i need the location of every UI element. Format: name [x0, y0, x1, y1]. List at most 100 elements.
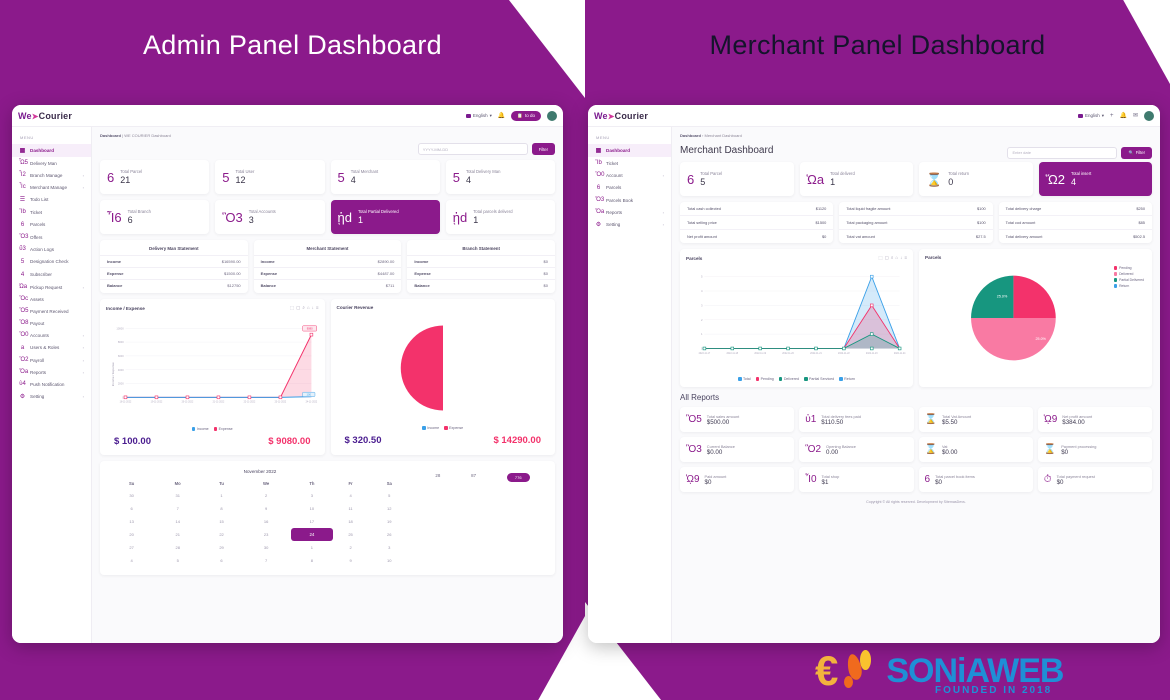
calendar-day[interactable]: 6 — [202, 554, 241, 567]
calendar-day[interactable]: 10 — [369, 554, 410, 567]
report-card-total-delivery-fees-paid[interactable]: ὐ1 Total delivery fees paid $110.50 — [799, 407, 913, 432]
sidebar-item-todo-list[interactable]: ☰ Todo List — [12, 193, 91, 206]
calendar-day[interactable]: 2 — [241, 489, 291, 502]
sidebar-item-payment-received[interactable]: Ὃ5 Payment Received — [12, 305, 91, 317]
calendar-day[interactable]: 12 — [369, 502, 410, 515]
calendar-day[interactable]: 25 — [333, 528, 369, 541]
chart-tool-icon[interactable]: ▢ — [885, 255, 889, 261]
calendar-stat-pill[interactable]: 776 — [507, 473, 530, 482]
calendar-day[interactable]: 10 — [291, 502, 332, 515]
calendar[interactable]: November 2022 Su Mo Tu We Th Fr Sa 30 31 1 2 3 4 5 6 7… — [110, 469, 410, 567]
chart-tool-icon[interactable]: ≡ — [904, 255, 907, 261]
calendar-day[interactable]: 15 — [202, 515, 241, 528]
stat-card-total-parcel[interactable]: ὎6 Total Parcel 5 — [680, 162, 794, 196]
calendar-day[interactable]: 28 — [153, 541, 202, 554]
sidebar-item-assets[interactable]: Ὃc Assets — [12, 293, 91, 305]
stat-card-total-parcel[interactable]: ὎6 Total Parcel 21 — [100, 160, 209, 194]
breadcrumb-root[interactable]: Dashboard — [100, 133, 121, 138]
merchant-date-input[interactable]: Enter date — [1007, 147, 1117, 159]
report-card-net-profit-amount[interactable]: ᾩ9 Net profit amount $384.00 — [1038, 407, 1152, 432]
sidebar-item-payroll[interactable]: Ὃ2 Payroll › — [12, 354, 91, 366]
todo-pill-button[interactable]: 📋 to do — [511, 111, 541, 121]
legend-item[interactable]: Return — [1114, 284, 1144, 288]
calendar-day[interactable]: 9 — [333, 554, 369, 567]
report-card-total-parcel-book-items[interactable]: ὎6 Total parcel book items $0 — [919, 467, 1033, 492]
calendar-day[interactable]: 5 — [153, 554, 202, 567]
calendar-day[interactable]: 2 — [333, 541, 369, 554]
report-card-paid-amount[interactable]: ᾩ9 Paid amount $0 — [680, 467, 794, 492]
calendar-day[interactable]: 7 — [241, 554, 291, 567]
report-card-vat[interactable]: ⌛ Vat $0.00 — [919, 437, 1033, 462]
calendar-day[interactable]: 8 — [202, 502, 241, 515]
sidebar-item-ticket[interactable]: Ἲb Ticket — [12, 206, 91, 218]
language-selector[interactable]: English ▾ — [1078, 113, 1104, 119]
avatar[interactable] — [547, 111, 557, 121]
legend-item[interactable]: Return — [839, 377, 855, 381]
sidebar-item-setting[interactable]: ⚙ Setting › — [12, 390, 91, 403]
legend-item[interactable]: Delivered — [1114, 272, 1144, 276]
sidebar-item-delivery-man[interactable]: Ὧ5 Delivery Man — [12, 157, 91, 169]
legend-item[interactable]: Income — [192, 427, 209, 431]
sidebar-item-dashboard[interactable]: ▦ Dashboard — [588, 144, 671, 157]
legend-item[interactable]: Expense — [444, 426, 463, 430]
sidebar-item-payout[interactable]: Ὃ8 Payout — [12, 317, 91, 329]
plus-icon[interactable]: + — [1110, 113, 1114, 119]
stat-card-total-merchant[interactable]: ὆5 Total Merchant 4 — [331, 160, 440, 194]
merchant-filter-button[interactable]: 🔍 Filter — [1121, 147, 1152, 159]
sidebar-item-push-notification[interactable]: ὑ4 Push Notification — [12, 378, 91, 390]
calendar-day[interactable]: 18 — [333, 515, 369, 528]
report-card-opening-balance[interactable]: Ὃ2 Opening Balance 0.00 — [799, 437, 913, 462]
calendar-day[interactable]: 8 — [291, 554, 332, 567]
legend-item[interactable]: Partial Delivered — [1114, 278, 1144, 282]
calendar-day[interactable]: 13 — [110, 515, 153, 528]
sidebar-item-users-roles[interactable]: ὆a Users & Roles › — [12, 341, 91, 354]
avatar[interactable] — [1144, 111, 1154, 121]
sidebar-item-parcels[interactable]: ὎6 Parcels — [12, 218, 91, 231]
chart-toolbar[interactable]: ⬚ ▢ ⌕ ⌂ ↓ ≡ — [290, 305, 319, 311]
sidebar-item-dashboard[interactable]: ▦ Dashboard — [12, 144, 91, 157]
calendar-day[interactable]: 23 — [241, 528, 291, 541]
calendar-day[interactable]: 30 — [241, 541, 291, 554]
stat-card-total-insert[interactable]: Ὥ2 Total insert 4 — [1039, 162, 1153, 196]
calendar-day[interactable]: 4 — [110, 554, 153, 567]
calendar-day[interactable]: 3 — [369, 541, 410, 554]
legend-item[interactable]: Pending — [1114, 266, 1144, 270]
chart-tool-icon[interactable]: ⬚ — [878, 255, 882, 261]
stat-card-total-partial-delivered[interactable]: ᾑd Total Partial Delivered 1 — [331, 200, 440, 234]
stat-card-total-deliverd[interactable]: Ὡa Total deliverd 1 — [800, 162, 914, 196]
chart-tool-icon[interactable]: ↓ — [900, 255, 902, 261]
mail-icon[interactable]: ✉ — [1133, 112, 1138, 119]
bell-icon[interactable]: 🔔 — [1119, 112, 1126, 119]
stat-card-total-return[interactable]: ⌛ Total return 0 — [919, 162, 1033, 196]
sidebar-item-reports[interactable]: Ὄa Reports › — [12, 366, 91, 378]
admin-date-input[interactable]: YYYY-MM-DD — [418, 143, 528, 155]
chart-tool-icon[interactable]: ↓ — [312, 305, 314, 311]
admin-filter-button[interactable]: Filter — [532, 143, 555, 155]
sidebar-item-setting[interactable]: ⚙ Setting › — [588, 218, 671, 231]
app-logo[interactable]: We➤Courier — [594, 111, 648, 121]
calendar-day[interactable]: 29 — [202, 541, 241, 554]
calendar-day[interactable]: 26 — [369, 528, 410, 541]
chart-tool-icon[interactable]: ⌂ — [895, 255, 898, 261]
calendar-day[interactable]: 21 — [153, 528, 202, 541]
breadcrumb-root[interactable]: Dashboard — [680, 133, 701, 138]
legend-item[interactable]: Expense — [214, 427, 233, 431]
calendar-day[interactable]: 16 — [241, 515, 291, 528]
calendar-day[interactable]: 20 — [110, 528, 153, 541]
legend-item[interactable]: Pending — [756, 377, 774, 381]
calendar-day[interactable]: 19 — [369, 515, 410, 528]
language-selector[interactable]: English ▾ — [466, 113, 492, 119]
sidebar-item-parcels[interactable]: ὎6 Parcels — [588, 181, 671, 194]
chart-toolbar[interactable]: ⬚ ▢ ⌕ ⌂ ↓ ≡ — [878, 255, 907, 261]
report-card-total-sales-amount[interactable]: Ὃ5 Total sales amount $500.00 — [680, 407, 794, 432]
stat-card-total-parcels-deliverd[interactable]: ᾑd Total parcels deliverd 1 — [446, 200, 555, 234]
stat-card-total-delivery-man[interactable]: ὆5 Total Delivery Man 4 — [446, 160, 555, 194]
sidebar-item-offers[interactable]: Ὃ3 Offers — [12, 231, 91, 243]
calendar-day[interactable]: 1 — [291, 541, 332, 554]
chart-tool-icon[interactable]: ⌕ — [891, 255, 894, 261]
sidebar-item-parcels-book[interactable]: Ὅ3 Parcels Book — [588, 194, 671, 206]
sidebar-item-designation-check[interactable]: ὆5 Designation Check — [12, 255, 91, 268]
calendar-day[interactable]: 27 — [110, 541, 153, 554]
bell-icon[interactable]: 🔔 — [498, 112, 505, 119]
sidebar-item-subscriber[interactable]: ὆4 Subscriber — [12, 268, 91, 281]
